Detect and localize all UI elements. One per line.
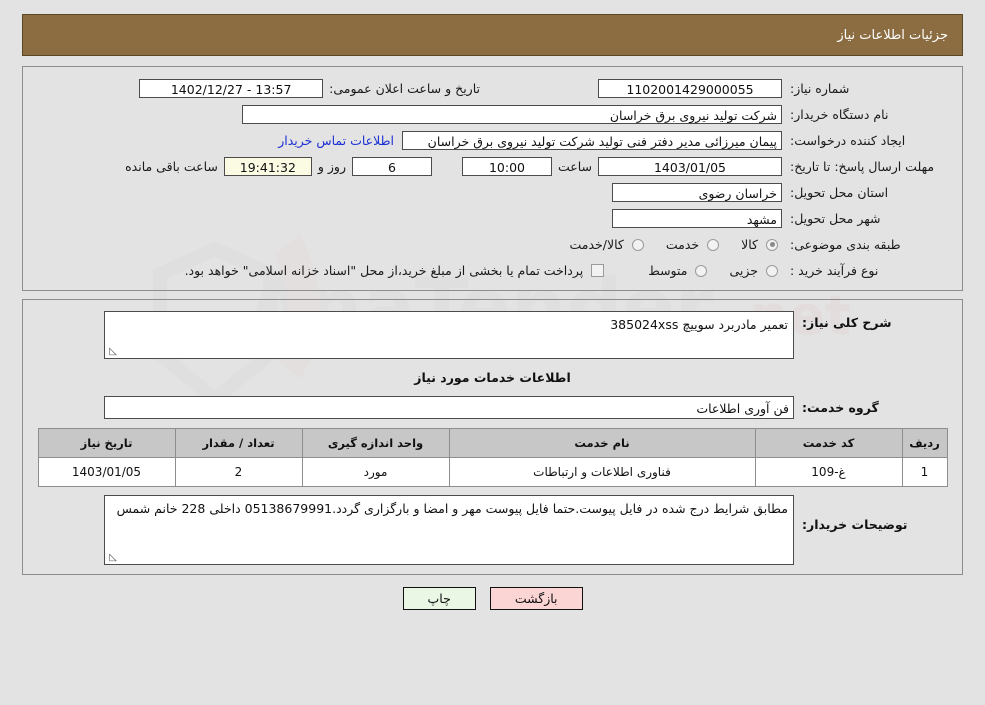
page-header: جزئیات اطلاعات نیاز — [22, 14, 963, 56]
row-subject-category: طبقه بندی موضوعی: کالا خدمت کالا/خدمت — [23, 232, 962, 257]
buyer-notes-textarea[interactable]: مطابق شرایط درج شده در فایل پیوست.حتما ف… — [104, 495, 794, 565]
row-request-creator: ایجاد کننده درخواست: پیمان میرزائی مدیر … — [23, 128, 962, 153]
city-value: مشهد — [612, 209, 782, 228]
process-option-minor-label: جزیی — [729, 263, 758, 278]
days-remaining-label: روز و — [317, 159, 346, 174]
resize-grip-icon[interactable]: ◺ — [107, 553, 117, 563]
row-need-number: شماره نیاز: 1102001429000055 تاریخ و ساع… — [23, 76, 962, 101]
category-option-goods-service[interactable]: کالا/خدمت — [569, 237, 647, 252]
table-header-row: ردیف کد خدمت نام خدمت واحد اندازه گیری ت… — [37, 428, 948, 458]
row-purchase-process: نوع فرآیند خرید : جزیی متوسط پرداخت تمام… — [23, 258, 962, 283]
category-option-goods-service-label: کالا/خدمت — [569, 237, 624, 252]
category-option-goods[interactable]: کالا — [741, 237, 782, 252]
process-option-medium[interactable]: متوسط — [648, 263, 711, 278]
announce-datetime-label: تاریخ و ساعت اعلان عمومی: — [329, 81, 480, 96]
days-remaining-value: 6 — [351, 157, 432, 176]
back-button[interactable]: بازگشت — [489, 587, 583, 610]
treasury-checkbox-label: پرداخت تمام یا بخشی از مبلغ خرید،از محل … — [184, 263, 584, 278]
deadline-date-value: 1403/01/05 — [598, 157, 782, 176]
process-label: نوع فرآیند خرید : — [790, 262, 879, 278]
row-general-description: شرح کلی نیاز: تعمیر مادربرد سوییچ 385024… — [23, 311, 962, 359]
row-delivery-city: شهر محل تحویل: مشهد — [23, 206, 962, 231]
col-service-code: کد خدمت — [754, 428, 903, 458]
general-desc-textarea[interactable]: تعمیر مادربرد سوییچ 385024xss ◺ — [104, 311, 794, 359]
deadline-label: مهلت ارسال پاسخ: تا تاریخ: — [790, 158, 935, 174]
page-title: جزئیات اطلاعات نیاز — [837, 27, 948, 43]
countdown-timer-label: ساعت باقی مانده — [125, 159, 218, 174]
category-label: طبقه بندی موضوعی: — [790, 236, 901, 252]
buyer-contact-link[interactable]: اطلاعات تماس خریدار — [270, 133, 402, 148]
row-response-deadline: مهلت ارسال پاسخ: تا تاریخ: 1403/01/05 سا… — [23, 154, 962, 179]
process-option-medium-label: متوسط — [648, 263, 688, 278]
row-buyer-notes: توضیحات خریدار: مطابق شرایط درج شده در ف… — [23, 495, 962, 565]
cell-unit: مورد — [301, 457, 450, 487]
service-group-value: فن آوری اطلاعات — [104, 396, 794, 419]
radio-service-icon[interactable] — [707, 238, 720, 251]
city-label: شهر محل تحویل: — [790, 210, 881, 226]
buyer-notes-label: توضیحات خریدار: — [802, 517, 908, 532]
province-label: استان محل تحویل: — [790, 184, 889, 200]
need-number-value: 1102001429000055 — [598, 79, 782, 98]
announce-datetime-value: 13:57 - 1402/12/27 — [139, 79, 324, 98]
cell-service-name: فناوری اطلاعات و ارتباطات — [448, 457, 756, 487]
category-option-goods-label: کالا — [741, 237, 758, 252]
creator-value: پیمان میرزائی مدیر دفتر فنی تولید شرکت ت… — [402, 131, 782, 150]
radio-minor-icon[interactable] — [766, 264, 778, 277]
cell-quantity: 2 — [174, 457, 303, 487]
row-buyer-org: نام دستگاه خریدار: شرکت تولید نیروی برق … — [23, 102, 962, 127]
buyer-notes-value: مطابق شرایط درج شده در فایل پیوست.حتما ف… — [116, 501, 788, 516]
countdown-timer-value: 19:41:32 — [223, 157, 312, 176]
cell-service-code: غ-109 — [754, 457, 903, 487]
need-summary-panel: شماره نیاز: 1102001429000055 تاریخ و ساع… — [22, 66, 963, 291]
service-items-table: ردیف کد خدمت نام خدمت واحد اندازه گیری ت… — [37, 428, 948, 487]
need-details-panel: شرح کلی نیاز: تعمیر مادربرد سوییچ 385024… — [22, 299, 963, 575]
process-option-minor[interactable]: جزیی — [729, 263, 782, 278]
col-unit: واحد اندازه گیری — [301, 428, 450, 458]
row-service-group: گروه خدمت: فن آوری اطلاعات — [23, 395, 962, 420]
category-option-service[interactable]: خدمت — [666, 237, 723, 252]
table-row: 1 غ-109 فناوری اطلاعات و ارتباطات مورد 2… — [37, 457, 948, 487]
province-value: خراسان رضوی — [612, 183, 782, 202]
radio-goods-icon[interactable] — [766, 238, 778, 251]
col-service-name: نام خدمت — [448, 428, 756, 458]
radio-goods-service-icon[interactable] — [631, 238, 644, 251]
resize-grip-icon[interactable]: ◺ — [107, 347, 117, 357]
buyer-org-value: شرکت تولید نیروی برق خراسان — [242, 105, 782, 124]
row-delivery-province: استان محل تحویل: خراسان رضوی — [23, 180, 962, 205]
radio-medium-icon[interactable] — [695, 264, 708, 277]
treasury-checkbox-wrap[interactable]: پرداخت تمام یا بخشی از مبلغ خرید،از محل … — [185, 263, 609, 278]
buyer-org-label: نام دستگاه خریدار: — [790, 106, 889, 122]
cell-row-no: 1 — [901, 457, 948, 487]
deadline-hour-value: 10:00 — [461, 157, 552, 176]
print-button[interactable]: چاپ — [402, 587, 476, 610]
service-group-label: گروه خدمت: — [802, 400, 879, 415]
col-row-no: ردیف — [901, 428, 948, 458]
col-quantity: تعداد / مقدار — [174, 428, 303, 458]
category-option-service-label: خدمت — [665, 237, 700, 252]
treasury-checkbox[interactable] — [591, 264, 605, 277]
cell-need-date: 1403/01/05 — [37, 457, 176, 487]
general-desc-value: تعمیر مادربرد سوییچ 385024xss — [610, 317, 788, 332]
need-number-label: شماره نیاز: — [790, 80, 850, 96]
col-need-date: تاریخ نیاز — [37, 428, 176, 458]
footer-actions: بازگشت چاپ — [0, 587, 985, 610]
creator-label: ایجاد کننده درخواست: — [790, 132, 906, 148]
services-section-title: اطلاعات خدمات مورد نیاز — [414, 370, 571, 385]
deadline-hour-label: ساعت — [557, 159, 592, 174]
general-desc-label: شرح کلی نیاز: — [802, 315, 892, 330]
